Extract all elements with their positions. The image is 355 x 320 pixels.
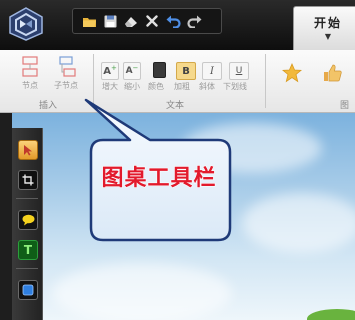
callout-text: 图桌工具栏 [101,166,217,192]
